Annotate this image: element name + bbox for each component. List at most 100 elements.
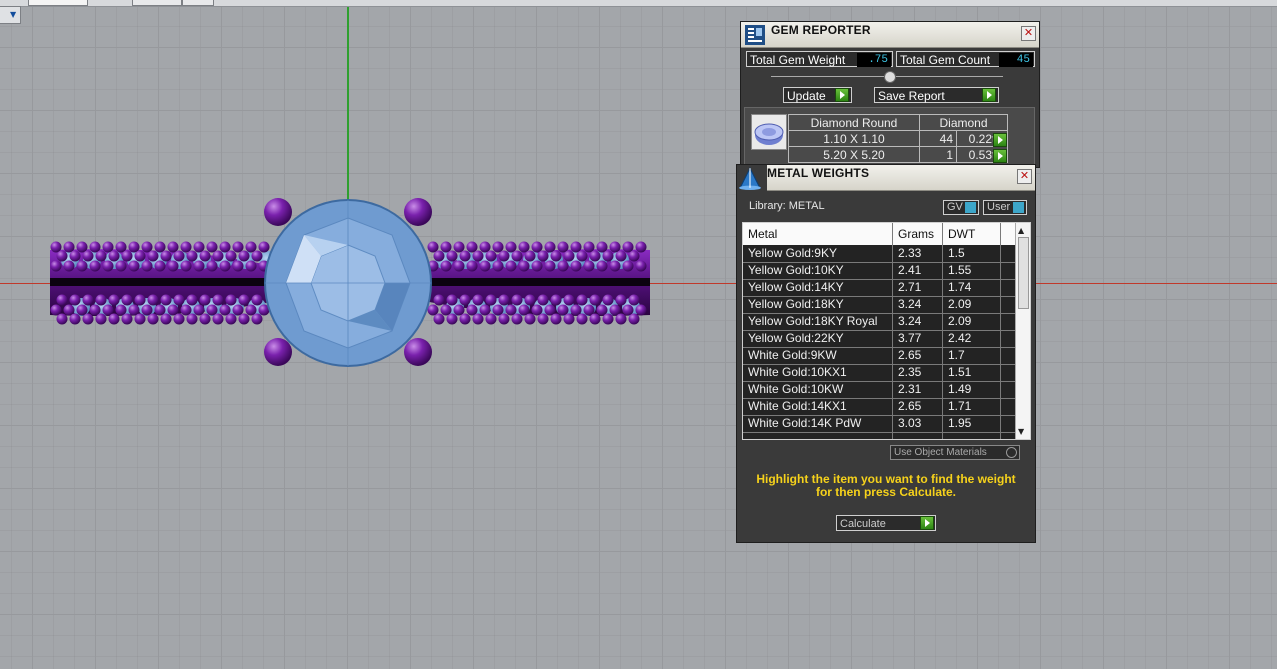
metal-dwt: 1.51 bbox=[948, 365, 972, 379]
gem-reporter-titlebar[interactable]: GEM REPORTER ✕ bbox=[741, 22, 1039, 48]
tab-item[interactable] bbox=[182, 0, 214, 6]
metal-list-scrollbar[interactable]: ▲ ▼ bbox=[1015, 223, 1030, 439]
tab-item[interactable] bbox=[28, 0, 88, 6]
total-gem-count-label: Total Gem Count bbox=[900, 53, 991, 67]
view-dropdown[interactable]: ▼ bbox=[0, 6, 21, 24]
gem-table: Diamond Round Diamond 1.10 X 1.10 44 0.2… bbox=[788, 114, 1008, 163]
metal-weights-panel: METAL WEIGHTS ✕ Library: METAL GV User M… bbox=[736, 164, 1036, 543]
update-button-label: Update bbox=[787, 89, 826, 103]
gem-report-icon bbox=[745, 25, 765, 45]
gem-size: 5.20 X 5.20 bbox=[788, 146, 920, 163]
gem-count: 1 bbox=[919, 146, 957, 163]
metal-name: White Gold:14KX1 bbox=[748, 399, 847, 413]
metal-name: White Gold:10KX1 bbox=[748, 365, 847, 379]
calculate-label: Calculate bbox=[840, 518, 886, 530]
ring-model[interactable] bbox=[40, 190, 660, 375]
metal-dwt: 1.49 bbox=[948, 382, 972, 396]
user-toggle-label: User bbox=[987, 201, 1011, 213]
chevron-down-icon: ▼ bbox=[10, 10, 17, 19]
metal-row[interactable]: Yellow Gold:18KY 3.24 2.09 bbox=[743, 296, 1016, 314]
total-gem-weight-label: Total Gem Weight bbox=[750, 53, 846, 67]
metal-list[interactable]: Metal Grams DWT Yellow Gold:9KY 2.33 1.5 Ye… bbox=[742, 222, 1031, 440]
column-header-metal[interactable]: Metal bbox=[748, 227, 777, 241]
save-report-button[interactable]: Save Report bbox=[874, 87, 999, 103]
metal-row[interactable]: Yellow Gold:10KY 2.41 1.55 bbox=[743, 262, 1016, 280]
metal-grams: 2.71 bbox=[898, 280, 922, 294]
document-tab-strip bbox=[0, 0, 1277, 7]
toggle-icon bbox=[965, 202, 976, 213]
library-label: Library: METAL bbox=[749, 200, 825, 212]
diamond-round-icon bbox=[751, 114, 787, 150]
scroll-up-icon[interactable]: ▲ bbox=[1018, 226, 1024, 235]
metal-grams: 2.31 bbox=[898, 382, 922, 396]
metal-row[interactable]: Yellow Gold:14KY 2.71 1.74 bbox=[743, 279, 1016, 297]
center-stone[interactable] bbox=[264, 199, 432, 367]
metal-grams: 3.24 bbox=[898, 314, 922, 328]
use-object-materials-label: Use Object Materials bbox=[894, 447, 987, 458]
metal-row[interactable]: Yellow Gold:18KY Royal 3.24 2.09 bbox=[743, 313, 1016, 331]
total-gem-count-value: 45 bbox=[999, 53, 1033, 67]
gem-size: 1.10 X 1.10 bbox=[788, 130, 920, 147]
metal-dwt: 1.5 bbox=[948, 246, 965, 260]
metal-name: White Gold:10KW bbox=[748, 382, 844, 396]
metal-grams: 2.33 bbox=[898, 246, 922, 260]
metal-row[interactable]: White Gold:14KX1 2.65 1.71 bbox=[743, 398, 1016, 416]
metal-name: White Gold:14K PdW bbox=[748, 416, 862, 430]
metal-dwt: 1.74 bbox=[948, 280, 972, 294]
use-object-materials-toggle[interactable]: Use Object Materials bbox=[890, 445, 1020, 460]
gv-toggle[interactable]: GV bbox=[943, 200, 979, 215]
close-icon[interactable]: ✕ bbox=[1017, 169, 1032, 184]
instruction-text: Highlight the item you want to find the … bbox=[756, 472, 1016, 499]
metal-dwt: 1.7 bbox=[948, 348, 965, 362]
metal-row[interactable]: Yellow Gold:9KY 2.33 1.5 bbox=[743, 245, 1016, 263]
metal-name: Yellow Gold:22KY bbox=[748, 331, 844, 345]
metal-name: Yellow Gold:10KY bbox=[748, 263, 844, 277]
gem-row[interactable]: 1.10 X 1.10 44 0.22tw bbox=[788, 130, 1008, 147]
gem-reporter-panel: GEM REPORTER ✕ Total Gem Weight .75 Tota… bbox=[740, 21, 1040, 168]
gv-toggle-label: GV bbox=[947, 201, 963, 213]
play-icon bbox=[920, 516, 934, 530]
metal-row[interactable]: White Gold:14K PdW 3.03 1.95 bbox=[743, 415, 1016, 433]
metal-dwt: 1.95 bbox=[948, 416, 972, 430]
update-button[interactable]: Update bbox=[783, 87, 852, 103]
metal-list-header: Metal Grams DWT bbox=[743, 223, 1016, 245]
metal-weights-titlebar[interactable]: METAL WEIGHTS ✕ bbox=[767, 165, 1035, 191]
metal-grams: 2.41 bbox=[898, 263, 922, 277]
save-report-label: Save Report bbox=[878, 89, 945, 103]
gem-row[interactable]: 5.20 X 5.20 1 0.53tw bbox=[788, 146, 1008, 163]
panel-title: METAL WEIGHTS bbox=[767, 166, 870, 180]
3d-viewport[interactable] bbox=[0, 0, 1277, 669]
metal-name: White Gold:9KW bbox=[748, 348, 837, 362]
splitter-knob-icon[interactable] bbox=[884, 71, 896, 83]
metal-grams: 3.24 bbox=[898, 297, 922, 311]
select-gem-row-button[interactable] bbox=[993, 133, 1007, 147]
toggle-icon bbox=[1006, 447, 1017, 458]
metal-name: Yellow Gold:14KY bbox=[748, 280, 844, 294]
metal-row[interactable]: White Gold:9KW 2.65 1.7 bbox=[743, 347, 1016, 365]
select-gem-row-button[interactable] bbox=[993, 149, 1007, 163]
close-icon[interactable]: ✕ bbox=[1021, 26, 1036, 41]
column-header-grams[interactable]: Grams bbox=[898, 227, 934, 241]
gem-list-area: Diamond Round Diamond 1.10 X 1.10 44 0.2… bbox=[744, 107, 1035, 168]
gem-count: 44 bbox=[919, 130, 957, 147]
user-toggle[interactable]: User bbox=[983, 200, 1027, 215]
metal-grams: 3.77 bbox=[898, 331, 922, 345]
scroll-down-icon[interactable]: ▼ bbox=[1018, 427, 1024, 436]
metal-dwt: 2.09 bbox=[948, 297, 972, 311]
scroll-thumb[interactable] bbox=[1018, 237, 1029, 309]
metal-dwt: 1.55 bbox=[948, 263, 972, 277]
column-header-dwt[interactable]: DWT bbox=[948, 227, 975, 241]
metal-name: Yellow Gold:9KY bbox=[748, 246, 837, 260]
play-icon bbox=[835, 88, 849, 102]
metal-row[interactable]: Yellow Gold:22KY 3.77 2.42 bbox=[743, 330, 1016, 348]
panel-title: GEM REPORTER bbox=[771, 23, 871, 37]
metal-grams: 2.35 bbox=[898, 365, 922, 379]
gem-type-header: Diamond bbox=[919, 114, 1008, 131]
metal-row[interactable]: White Gold:10KW 2.31 1.49 bbox=[743, 381, 1016, 399]
tab-item[interactable] bbox=[132, 0, 182, 6]
metal-row[interactable]: White Gold:10KX1 2.35 1.51 bbox=[743, 364, 1016, 382]
metal-grams: 2.65 bbox=[898, 399, 922, 413]
metal-dwt: 2.09 bbox=[948, 314, 972, 328]
calculate-button[interactable]: Calculate bbox=[836, 515, 936, 531]
metal-grams: 2.65 bbox=[898, 348, 922, 362]
